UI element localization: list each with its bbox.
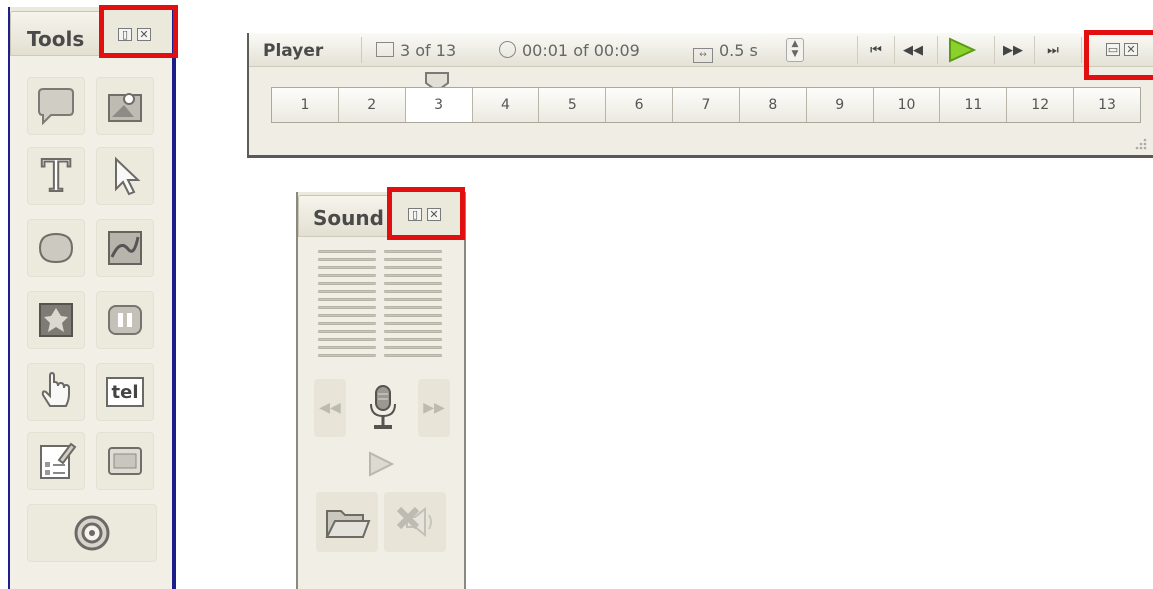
duration-counter: ↔ 0.5 s <box>693 41 758 63</box>
frame-cell-4[interactable]: 4 <box>472 88 540 122</box>
mute-speaker-icon <box>396 506 432 538</box>
frame-strip: 1 2 3 4 5 6 7 8 9 10 11 12 13 <box>271 87 1141 123</box>
picture-frame-icon[interactable] <box>96 219 154 277</box>
frame-cell-6[interactable]: 6 <box>606 88 674 122</box>
sound-rewind-button[interactable]: ◀◀ <box>314 379 346 437</box>
checklist-icon[interactable] <box>27 432 85 490</box>
text-icon-glyph: T <box>40 150 71 203</box>
frame-cell-7[interactable]: 7 <box>673 88 740 122</box>
time-info-text: 00:01 of 00:09 <box>522 41 640 60</box>
sound-fast-forward-button[interactable]: ▶▶ <box>418 379 450 437</box>
frame-cell-10[interactable]: 10 <box>873 88 941 122</box>
highlight-box-sound <box>387 187 465 240</box>
delete-sound-button[interactable] <box>384 492 446 552</box>
frame-counter: 3 of 13 <box>376 41 456 60</box>
resize-grip-icon[interactable] <box>1133 138 1147 150</box>
volume-meter-right <box>384 250 442 362</box>
clock-icon <box>499 41 516 58</box>
frame-cell-9[interactable]: 9 <box>806 88 874 122</box>
text-entry-icon[interactable]: tel <box>96 363 154 421</box>
image-icon[interactable] <box>96 77 154 135</box>
frame-cell-13[interactable]: 13 <box>1074 88 1140 122</box>
fast-forward-button[interactable]: ▶▶ <box>994 36 1031 64</box>
frame-cell-2[interactable]: 2 <box>338 88 406 122</box>
highlight-box-player <box>1084 30 1153 80</box>
tools-panel-title: Tools <box>27 27 85 51</box>
hand-pointer-icon[interactable] <box>27 363 85 421</box>
text-entry-glyph: tel <box>111 381 139 403</box>
sound-panel-tab[interactable]: Sound <box>298 195 390 236</box>
sound-panel: Sound ▯ ✕ ◀◀ ▶▶ <box>296 192 466 589</box>
toolbar-divider <box>361 37 362 63</box>
frame-cell-1[interactable]: 1 <box>272 88 339 122</box>
shape-icon[interactable] <box>27 219 85 277</box>
play-icon <box>949 37 976 63</box>
pause-icon[interactable] <box>96 291 154 349</box>
frame-cell-5[interactable]: 5 <box>539 88 607 122</box>
microphone-icon[interactable] <box>366 384 400 436</box>
text-icon[interactable]: T <box>27 147 85 205</box>
player-toolbar: Player 3 of 13 00:01 of 00:09 ↔ 0.5 s ▲ ▼ … <box>249 33 1153 67</box>
window-icon[interactable] <box>96 432 154 490</box>
player-title: Player <box>263 41 324 61</box>
sound-play-icon[interactable] <box>366 450 396 482</box>
arrow-cursor-icon[interactable] <box>96 147 154 205</box>
time-counter: 00:01 of 00:09 <box>499 41 640 60</box>
speech-bubble-icon[interactable] <box>27 77 85 135</box>
player-panel: Player 3 of 13 00:01 of 00:09 ↔ 0.5 s ▲ ▼ … <box>247 33 1153 158</box>
sound-panel-title: Sound <box>313 206 384 230</box>
duration-icon: ↔ <box>693 48 713 63</box>
duration-stepper[interactable]: ▲ ▼ <box>786 38 804 62</box>
duration-info-text: 0.5 s <box>719 41 758 60</box>
tools-panel-tab[interactable]: Tools <box>10 11 102 55</box>
first-frame-button[interactable]: ⏮ <box>857 36 894 64</box>
play-button[interactable] <box>937 36 984 64</box>
rewind-button[interactable]: ◀◀ <box>894 36 931 64</box>
last-frame-button[interactable]: ⏭ <box>1034 36 1071 64</box>
toolbar-divider-end <box>1081 37 1082 63</box>
open-sound-file-button[interactable] <box>316 492 378 552</box>
frame-icon <box>376 42 394 57</box>
frame-info-text: 3 of 13 <box>400 41 457 60</box>
highlight-box-tools <box>99 5 178 58</box>
frame-cell-8[interactable]: 8 <box>739 88 807 122</box>
tools-panel: Tools ▯ ✕ T tel <box>8 7 176 589</box>
target-icon[interactable] <box>27 504 157 562</box>
volume-meter-left <box>318 250 376 362</box>
folder-icon <box>325 510 371 538</box>
frame-cell-12[interactable]: 12 <box>1007 88 1075 122</box>
frame-cell-11[interactable]: 11 <box>940 88 1008 122</box>
frame-cell-3[interactable]: 3 <box>405 88 473 122</box>
leaf-image-icon[interactable] <box>27 291 85 349</box>
